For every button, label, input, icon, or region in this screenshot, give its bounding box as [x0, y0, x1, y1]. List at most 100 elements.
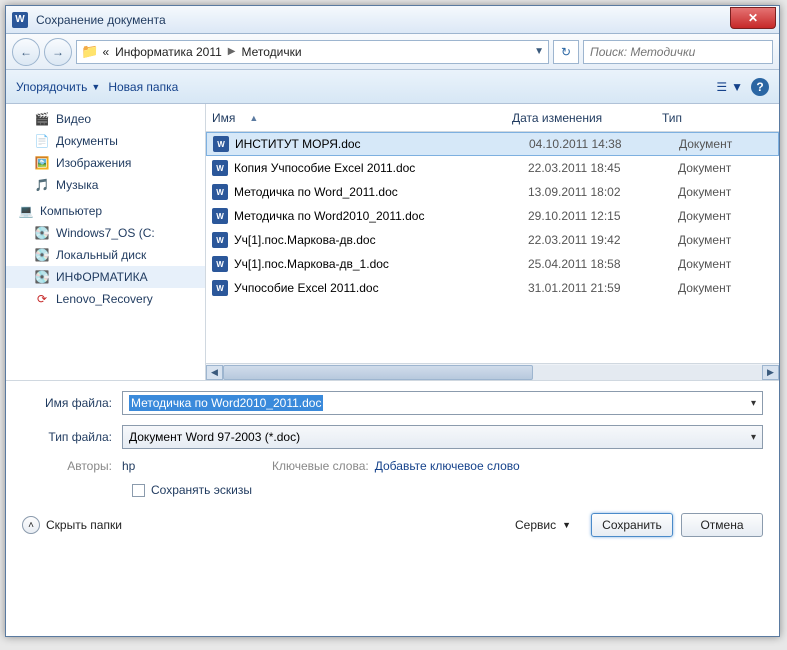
- titlebar[interactable]: W Сохранение документа ✕: [6, 6, 779, 34]
- file-row[interactable]: WУчпособие Excel 2011.doc31.01.2011 21:5…: [206, 276, 779, 300]
- hide-folders-button[interactable]: ˄ Скрыть папки: [22, 516, 122, 534]
- chevron-down-icon[interactable]: ▾: [751, 432, 756, 443]
- sidebar-label: Локальный диск: [56, 248, 146, 262]
- sidebar-label: Видео: [56, 112, 91, 126]
- breadcrumb[interactable]: « Информатика 2011 ▶ Методички: [102, 45, 301, 59]
- column-header-type[interactable]: Тип: [662, 111, 779, 125]
- file-row[interactable]: WМетодичка по Word2010_2011.doc29.10.201…: [206, 204, 779, 228]
- sidebar-item-pictures[interactable]: 🖼️ Изображения: [6, 152, 205, 174]
- help-button[interactable]: ?: [751, 78, 769, 96]
- column-headers: Имя▲ Дата изменения Тип: [206, 104, 779, 132]
- file-name: Копия Учпособие Excel 2011.doc: [234, 161, 528, 175]
- chevron-right-icon: ▶: [228, 46, 236, 57]
- doc-icon: W: [212, 256, 228, 272]
- search-input[interactable]: [590, 45, 766, 59]
- documents-icon: 📄: [34, 133, 50, 149]
- file-name: Методичка по Word2010_2011.doc: [234, 209, 528, 223]
- sidebar-item-drive-recovery[interactable]: ⟳Lenovo_Recovery: [6, 288, 205, 310]
- doc-icon: W: [212, 280, 228, 296]
- filename-input[interactable]: Методичка по Word2010_2011.doc ▾: [122, 391, 763, 415]
- hide-folders-label: Скрыть папки: [46, 518, 122, 532]
- doc-icon: W: [212, 208, 228, 224]
- word-app-icon: W: [12, 12, 28, 28]
- horizontal-scrollbar[interactable]: ◀ ▶: [206, 363, 779, 380]
- organize-menu[interactable]: Упорядочить ▼: [16, 80, 100, 94]
- back-button[interactable]: ←: [12, 38, 40, 66]
- new-folder-button[interactable]: Новая папка: [108, 80, 178, 94]
- scroll-right-button[interactable]: ▶: [762, 365, 779, 380]
- music-icon: 🎵: [34, 177, 50, 193]
- help-icon: ?: [756, 80, 763, 94]
- file-type: Документ: [678, 161, 779, 175]
- file-row[interactable]: WМетодичка по Word_2011.doc13.09.2011 18…: [206, 180, 779, 204]
- cancel-label: Отмена: [700, 518, 743, 532]
- file-date: 13.09.2011 18:02: [528, 185, 678, 199]
- doc-icon: W: [212, 160, 228, 176]
- save-button[interactable]: Сохранить: [591, 513, 673, 537]
- filename-label: Имя файла:: [22, 396, 122, 410]
- address-bar[interactable]: 📁 « Информатика 2011 ▶ Методички ▼: [76, 40, 549, 64]
- save-thumbnails-checkbox[interactable]: Сохранять эскизы: [132, 483, 763, 497]
- places-sidebar: 🎬Видео 📄Документы 🖼️Изображения 🎵Музыка …: [6, 104, 206, 380]
- sidebar-item-drive-c[interactable]: 💽 Windows7_OS (C:: [6, 222, 205, 244]
- file-row[interactable]: WКопия Учпособие Excel 2011.doc22.03.201…: [206, 156, 779, 180]
- file-date: 22.03.2011 19:42: [528, 233, 678, 247]
- crumb-level-2[interactable]: Методички: [242, 45, 302, 59]
- doc-icon: W: [212, 184, 228, 200]
- save-label: Сохранить: [602, 518, 662, 532]
- file-row[interactable]: WИНСТИТУТ МОРЯ.doc04.10.2011 14:38Докуме…: [206, 132, 779, 156]
- tools-label: Сервис: [515, 518, 556, 532]
- file-date: 04.10.2011 14:38: [529, 137, 679, 151]
- sidebar-item-drive-informatika[interactable]: 💽ИНФОРМАТИКА: [6, 266, 205, 288]
- sidebar-item-video[interactable]: 🎬Видео: [6, 108, 205, 130]
- sort-asc-icon: ▲: [249, 113, 258, 123]
- authors-value[interactable]: hp: [122, 459, 272, 473]
- file-name: Уч[1].пос.Маркова-дв_1.doc: [234, 257, 528, 271]
- sidebar-label: Windows7_OS (C:: [56, 226, 155, 240]
- keywords-value[interactable]: Добавьте ключевое слово: [375, 459, 520, 473]
- file-type: Документ: [678, 281, 779, 295]
- arrow-left-icon: ←: [20, 45, 32, 59]
- sidebar-label: Изображения: [56, 156, 131, 170]
- computer-icon: 💻: [18, 203, 34, 219]
- pictures-icon: 🖼️: [34, 155, 50, 171]
- dialog-body: 🎬Видео 📄Документы 🖼️Изображения 🎵Музыка …: [6, 104, 779, 380]
- crumb-level-1[interactable]: Информатика 2011: [115, 45, 222, 59]
- close-button[interactable]: ✕: [730, 7, 776, 29]
- nav-bar: ← → 📁 « Информатика 2011 ▶ Методички ▼ ↻: [6, 34, 779, 70]
- column-header-name[interactable]: Имя▲: [212, 111, 512, 125]
- address-dropdown-icon[interactable]: ▼: [534, 46, 544, 57]
- col-label: Дата изменения: [512, 111, 602, 125]
- file-name: Учпособие Excel 2011.doc: [234, 281, 528, 295]
- scroll-track[interactable]: [223, 365, 762, 380]
- tools-menu[interactable]: Сервис ▼: [515, 518, 571, 532]
- chevron-down-icon[interactable]: ▾: [751, 398, 756, 409]
- file-name: ИНСТИТУТ МОРЯ.doc: [235, 137, 529, 151]
- drive-icon: 💽: [34, 225, 50, 241]
- checkbox-label: Сохранять эскизы: [151, 483, 252, 497]
- doc-icon: W: [213, 136, 229, 152]
- column-header-date[interactable]: Дата изменения: [512, 111, 662, 125]
- search-box[interactable]: [583, 40, 773, 64]
- crumb-overflow[interactable]: «: [102, 45, 109, 59]
- filetype-select[interactable]: Документ Word 97-2003 (*.doc) ▾: [122, 425, 763, 449]
- sidebar-item-drive-local[interactable]: 💽Локальный диск: [6, 244, 205, 266]
- sidebar-item-music[interactable]: 🎵Музыка: [6, 174, 205, 196]
- sidebar-item-documents[interactable]: 📄 Документы: [6, 130, 205, 152]
- sidebar-item-computer[interactable]: 💻 Компьютер: [6, 200, 205, 222]
- scroll-left-button[interactable]: ◀: [206, 365, 223, 380]
- forward-button[interactable]: →: [44, 38, 72, 66]
- scroll-thumb[interactable]: [223, 365, 533, 380]
- view-mode-button[interactable]: ☰ ▼: [716, 80, 743, 94]
- file-row[interactable]: WУч[1].пос.Маркова-дв_1.doc25.04.2011 18…: [206, 252, 779, 276]
- file-list-pane: Имя▲ Дата изменения Тип W ИНСТИТУТ МОРЯ.d…: [206, 104, 779, 380]
- sidebar-label: Компьютер: [40, 204, 102, 218]
- file-type: Документ: [678, 233, 779, 247]
- sidebar-label: Документы: [56, 134, 118, 148]
- recovery-icon: ⟳: [34, 291, 50, 307]
- file-row[interactable]: WУч[1].пос.Маркова-дв.doc22.03.2011 19:4…: [206, 228, 779, 252]
- cancel-button[interactable]: Отмена: [681, 513, 763, 537]
- file-type: Документ: [678, 209, 779, 223]
- sidebar-label: ИНФОРМАТИКА: [56, 270, 148, 284]
- refresh-button[interactable]: ↻: [553, 40, 579, 64]
